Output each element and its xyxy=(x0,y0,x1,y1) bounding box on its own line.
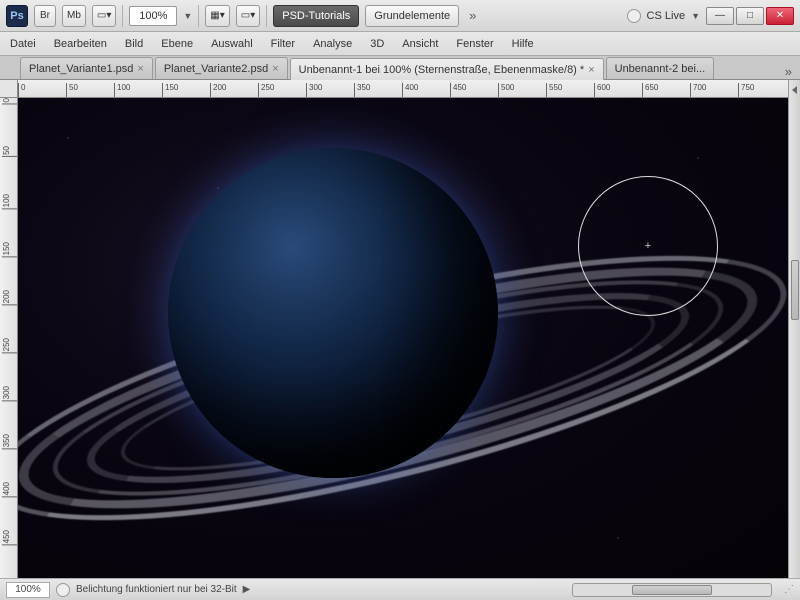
canvas-artwork xyxy=(168,148,498,478)
document-tab[interactable]: Planet_Variante1.psd× xyxy=(20,57,153,79)
scrollbar-thumb[interactable] xyxy=(632,585,711,595)
expand-panels-icon[interactable] xyxy=(792,86,797,94)
menu-fenster[interactable]: Fenster xyxy=(456,38,493,50)
bridge-button[interactable]: Br xyxy=(34,5,56,27)
screenmode-dropdown[interactable]: ▭▾ xyxy=(236,5,260,27)
canvas[interactable] xyxy=(18,98,788,578)
menu-bearbeiten[interactable]: Bearbeiten xyxy=(54,38,107,50)
document-tab[interactable]: Planet_Variante2.psd× xyxy=(155,57,288,79)
menu-bild[interactable]: Bild xyxy=(125,38,143,50)
window-controls: — □ ✕ xyxy=(706,7,794,25)
menu-filter[interactable]: Filter xyxy=(271,38,295,50)
document-tab-bar: Planet_Variante1.psd× Planet_Variante2.p… xyxy=(0,56,800,80)
horizontal-scrollbar[interactable] xyxy=(572,583,772,597)
menu-ebene[interactable]: Ebene xyxy=(161,38,193,50)
horizontal-ruler[interactable]: 0501001502002503003504004505005506006507… xyxy=(18,80,788,98)
panel-dock[interactable] xyxy=(788,80,800,578)
workspace-more-icon[interactable]: » xyxy=(465,8,480,23)
menu-datei[interactable]: Datei xyxy=(10,38,36,50)
document-tab-active[interactable]: Unbenannt-1 bei 100% (Sternenstraße, Ebe… xyxy=(290,58,604,80)
resize-grip-icon[interactable]: ⋰ xyxy=(784,584,794,595)
minibrige-button[interactable]: Mb xyxy=(62,5,86,27)
brush-cursor xyxy=(578,176,718,316)
separator xyxy=(122,5,123,27)
chevron-down-icon[interactable]: ▼ xyxy=(183,11,192,21)
app-icon: Ps xyxy=(6,5,28,27)
menu-ansicht[interactable]: Ansicht xyxy=(402,38,438,50)
status-info-icon[interactable] xyxy=(56,583,70,597)
workspace-secondary-button[interactable]: Grundelemente xyxy=(365,5,459,27)
vertical-scrollbar-thumb[interactable] xyxy=(791,260,799,320)
menu-analyse[interactable]: Analyse xyxy=(313,38,352,50)
menu-hilfe[interactable]: Hilfe xyxy=(512,38,534,50)
tab-overflow-icon[interactable]: » xyxy=(785,64,792,79)
close-icon[interactable]: × xyxy=(137,63,143,75)
maximize-button[interactable]: □ xyxy=(736,7,764,25)
ruler-origin[interactable] xyxy=(0,80,18,98)
workspace: 0501001502002503003504004505005506006507… xyxy=(0,80,788,578)
chevron-down-icon[interactable]: ▼ xyxy=(691,11,700,21)
cslive-label[interactable]: CS Live xyxy=(647,10,686,22)
minimize-button[interactable]: — xyxy=(706,7,734,25)
workspace-button[interactable]: PSD-Tutorials xyxy=(273,5,359,27)
menu-bar: Datei Bearbeiten Bild Ebene Auswahl Filt… xyxy=(0,32,800,56)
menu-3d[interactable]: 3D xyxy=(370,38,384,50)
zoom-input[interactable]: 100% xyxy=(129,6,177,26)
play-icon[interactable]: ▶ xyxy=(243,584,251,595)
arrange-dropdown[interactable]: ▦▾ xyxy=(205,5,229,27)
cslive-icon[interactable] xyxy=(627,9,641,23)
close-button[interactable]: ✕ xyxy=(766,7,794,25)
status-zoom-input[interactable]: 100% xyxy=(6,582,50,598)
layout-dropdown[interactable]: ▭▾ xyxy=(92,5,116,27)
status-text: Belichtung funktioniert nur bei 32-Bit xyxy=(76,584,237,595)
separator xyxy=(266,5,267,27)
separator xyxy=(198,5,199,27)
title-bar: Ps Br Mb ▭▾ 100% ▼ ▦▾ ▭▾ PSD-Tutorials G… xyxy=(0,0,800,32)
close-icon[interactable]: × xyxy=(272,63,278,75)
document-tab[interactable]: Unbenannt-2 bei... xyxy=(606,57,715,79)
vertical-ruler[interactable]: 050100150200250300350400450 xyxy=(0,98,18,578)
status-bar: 100% Belichtung funktioniert nur bei 32-… xyxy=(0,578,800,600)
menu-auswahl[interactable]: Auswahl xyxy=(211,38,253,50)
close-icon[interactable]: × xyxy=(588,64,594,76)
